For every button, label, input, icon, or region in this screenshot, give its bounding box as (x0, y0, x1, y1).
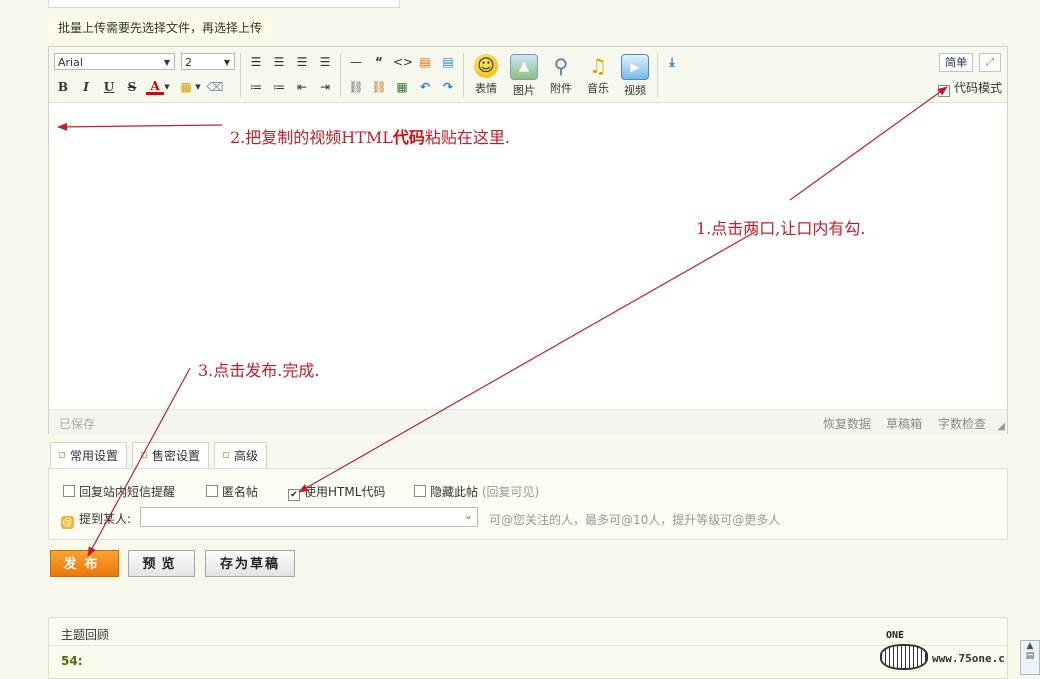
arrow-to-code-mode (789, 86, 948, 201)
annotation-arrows (57, 86, 948, 557)
arrow-to-publish (87, 367, 191, 557)
arrow-to-use-html (298, 231, 756, 493)
arrow-to-editor (57, 122, 223, 131)
